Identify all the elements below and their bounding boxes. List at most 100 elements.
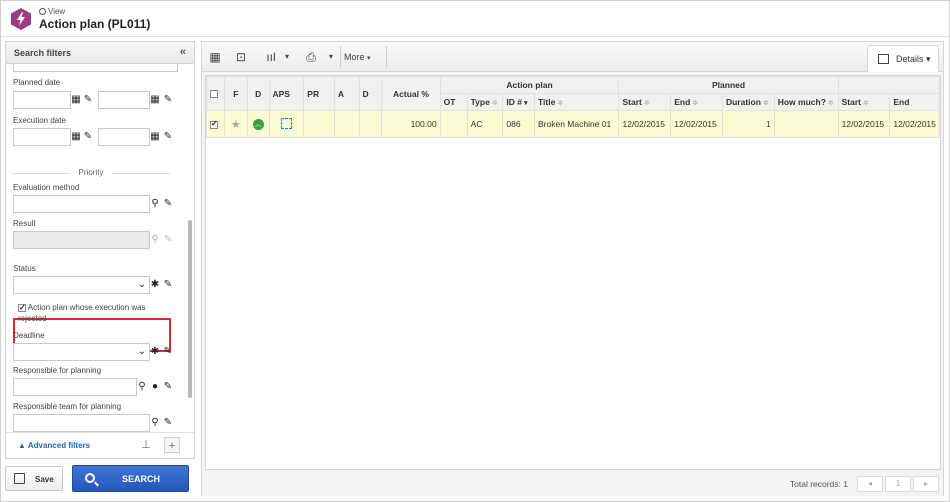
col-d[interactable]: D xyxy=(246,76,270,111)
page-number[interactable]: 1 xyxy=(885,476,911,492)
chart-icon[interactable]: ııl xyxy=(260,45,282,69)
priority-section-title: Priority xyxy=(6,168,176,177)
col-start2[interactable]: Start ≑ xyxy=(837,93,891,111)
search-icon[interactable]: ⚲ xyxy=(136,378,148,396)
col-type[interactable]: Type ≑ xyxy=(466,93,504,111)
planned-date-from[interactable] xyxy=(13,91,71,109)
search-button[interactable]: SEARCH xyxy=(72,465,189,492)
rejected-checkbox-row[interactable]: Action plan whose execution was rejected xyxy=(18,302,168,324)
col-end2[interactable]: End xyxy=(889,93,940,111)
page-title: Action plan (PL011) xyxy=(39,17,151,31)
asterisk-icon[interactable]: ✱ xyxy=(149,276,161,294)
select-all-checkbox[interactable] xyxy=(210,90,218,99)
status-label: Status xyxy=(13,264,36,273)
clear-icon[interactable]: ✎ xyxy=(162,128,174,146)
advanced-filters-link[interactable]: ▲ Advanced filters xyxy=(18,441,90,450)
col-pr[interactable]: PR xyxy=(303,76,335,111)
grid-view-icon[interactable]: ▦ xyxy=(204,45,226,69)
save-button[interactable]: Save xyxy=(5,466,63,491)
status-cell: ︿ xyxy=(246,110,270,138)
planned-date-to[interactable] xyxy=(98,91,150,109)
toolbar-separator xyxy=(386,46,387,68)
print-icon[interactable]: ⎙ xyxy=(300,45,322,69)
calendar-icon[interactable]: ▦ xyxy=(149,91,161,109)
clear-icon[interactable]: ✎ xyxy=(162,276,174,294)
rejected-checkbox[interactable] xyxy=(18,302,26,313)
breadcrumb-view[interactable]: View xyxy=(48,7,65,16)
col-start[interactable]: Start ≑ xyxy=(618,93,672,111)
collapse-panel-icon[interactable]: « xyxy=(180,46,186,58)
results-grid: F D APS PR A D Actual % Action plan Plan… xyxy=(205,75,941,470)
add-filter-icon[interactable]: + xyxy=(164,437,180,453)
evaluation-method-input[interactable] xyxy=(13,195,150,213)
group-blank xyxy=(837,76,940,94)
search-icon[interactable]: ⚲ xyxy=(149,414,161,432)
breadcrumb[interactable]: View xyxy=(39,7,65,16)
row-checkbox[interactable] xyxy=(210,119,218,129)
clear-icon[interactable]: ✎ xyxy=(162,343,174,361)
col-f[interactable]: F xyxy=(223,76,248,111)
deadline-select[interactable] xyxy=(13,343,150,361)
execution-date-from[interactable] xyxy=(13,128,71,146)
clear-icon[interactable]: ✎ xyxy=(162,195,174,213)
filters-footer: ▲ Advanced filters ⊥ + xyxy=(6,432,194,458)
user-icon[interactable]: ● xyxy=(149,378,161,396)
top-cut-field[interactable] xyxy=(13,64,178,72)
col-d2[interactable]: D xyxy=(358,76,383,111)
clear-icon[interactable]: ✎ xyxy=(82,91,94,109)
clear-icon[interactable]: ✎ xyxy=(82,128,94,146)
filters-scrollbar[interactable] xyxy=(188,220,192,398)
search-icon[interactable]: ⚲ xyxy=(149,195,161,213)
col-aps[interactable]: APS xyxy=(268,76,305,111)
broom-icon[interactable]: ⊥ xyxy=(138,437,154,453)
filters-header: Search filters « xyxy=(6,42,194,64)
chevron-down-icon[interactable]: ▾ xyxy=(282,45,292,69)
end2-cell: 12/02/2015 xyxy=(889,110,940,138)
calendar-icon[interactable]: ▦ xyxy=(149,128,161,146)
evaluation-method-label: Evaluation method xyxy=(13,183,80,192)
details-tab[interactable]: Details ▾ xyxy=(867,45,939,72)
prev-page-icon[interactable]: ◂ xyxy=(857,476,883,492)
view-record-icon[interactable]: ⊡ xyxy=(230,45,252,69)
table-icon xyxy=(878,54,889,64)
execution-date-to[interactable] xyxy=(98,128,150,146)
action-plan-app-icon xyxy=(11,8,31,30)
col-id[interactable]: ID # ▾ xyxy=(502,93,535,111)
col-howmuch[interactable]: How much? ≑ xyxy=(773,93,839,111)
col-ot[interactable]: OT xyxy=(439,93,468,111)
chevron-down-icon[interactable]: ▾ xyxy=(326,45,336,69)
table-row[interactable]: ★ ︿ 100.00 AC 086 Broken Machine 01 12/0… xyxy=(206,110,940,138)
more-label: More xyxy=(344,52,365,62)
search-icon xyxy=(85,473,95,483)
responsible-team-input[interactable] xyxy=(13,414,150,432)
calendar-icon[interactable]: ▦ xyxy=(70,128,82,146)
clear-icon[interactable]: ✎ xyxy=(162,378,174,396)
calendar-icon[interactable]: ▦ xyxy=(70,91,82,109)
status-select[interactable] xyxy=(13,276,150,294)
col-end[interactable]: End ≑ xyxy=(670,93,723,111)
asterisk-icon[interactable]: ✱ xyxy=(149,343,161,361)
col-title[interactable]: Title ≑ xyxy=(533,93,620,111)
select-all-cell[interactable] xyxy=(206,76,225,111)
chevron-down-icon[interactable]: ⌄ xyxy=(136,343,148,361)
responsible-planning-input[interactable] xyxy=(13,378,137,396)
more-menu-button[interactable]: More ▾ xyxy=(344,45,384,69)
row-select-cell[interactable] xyxy=(206,110,225,138)
favorite-cell[interactable]: ★ xyxy=(223,110,248,138)
clear-icon[interactable]: ✎ xyxy=(162,414,174,432)
col-duration[interactable]: Duration ≑ xyxy=(721,93,775,111)
total-records: Total records: 1 xyxy=(789,479,848,489)
search-filters-panel: Search filters « Planned date ▦ ✎ ▦ ✎ Ex… xyxy=(5,41,195,459)
col-actual[interactable]: Actual % xyxy=(381,76,441,111)
col-a[interactable]: A xyxy=(333,76,360,111)
save-label: Save xyxy=(35,475,54,484)
chevron-down-icon[interactable]: ⌄ xyxy=(136,276,148,294)
next-page-icon[interactable]: ▸ xyxy=(913,476,939,492)
aps-cell xyxy=(268,110,305,138)
responsible-planning-label: Responsible for planning xyxy=(13,366,102,375)
clear-icon[interactable]: ✎ xyxy=(162,91,174,109)
status-up-icon: ︿ xyxy=(252,119,264,130)
result-input xyxy=(13,231,150,249)
type-cell: AC xyxy=(466,110,504,138)
star-icon[interactable]: ★ xyxy=(231,119,241,131)
